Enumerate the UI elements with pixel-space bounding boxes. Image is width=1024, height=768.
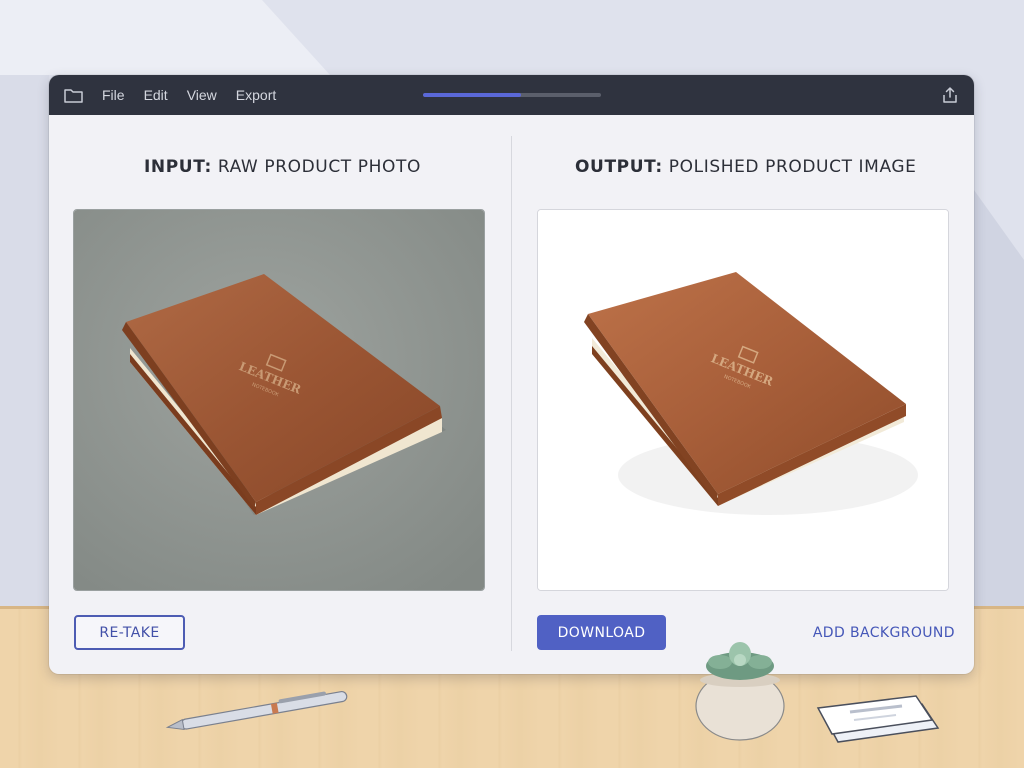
output-title-text: POLISHED PRODUCT IMAGE (668, 157, 917, 177)
app-window: File Edit View Export INPUT: RAW PRODUCT… (49, 75, 974, 674)
business-cards-icon (816, 695, 940, 743)
menu-bar: File Edit View Export (102, 75, 295, 115)
pen-icon (165, 690, 348, 731)
polished-product-image: LEATHER NOTEBOOK (537, 209, 949, 591)
menu-file[interactable]: File (102, 87, 125, 103)
progress-bar (423, 93, 601, 97)
menu-export[interactable]: Export (236, 87, 276, 103)
add-background-link[interactable]: ADD BACKGROUND (797, 615, 955, 650)
menu-edit[interactable]: Edit (144, 87, 168, 103)
panel-divider (511, 136, 512, 651)
raw-product-photo: LEATHER NOTEBOOK (73, 209, 485, 591)
input-title-text: RAW PRODUCT PHOTO (217, 157, 421, 177)
folder-icon[interactable] (64, 87, 83, 103)
input-title-prefix: INPUT: (144, 157, 212, 177)
output-title-prefix: OUTPUT: (575, 157, 663, 177)
output-panel-title: OUTPUT: POLISHED PRODUCT IMAGE (575, 157, 917, 179)
menu-view[interactable]: View (187, 87, 217, 103)
succulent-plant-icon (695, 642, 785, 741)
polished-notebook-image: LEATHER NOTEBOOK (538, 210, 948, 590)
retake-button[interactable]: RE-TAKE (74, 615, 185, 650)
download-button[interactable]: DOWNLOAD (537, 615, 666, 650)
raw-notebook-image: LEATHER NOTEBOOK (74, 210, 484, 590)
title-bar: File Edit View Export (49, 75, 974, 115)
input-panel-title: INPUT: RAW PRODUCT PHOTO (144, 157, 421, 179)
progress-fill (423, 93, 521, 97)
share-icon[interactable] (941, 86, 959, 104)
